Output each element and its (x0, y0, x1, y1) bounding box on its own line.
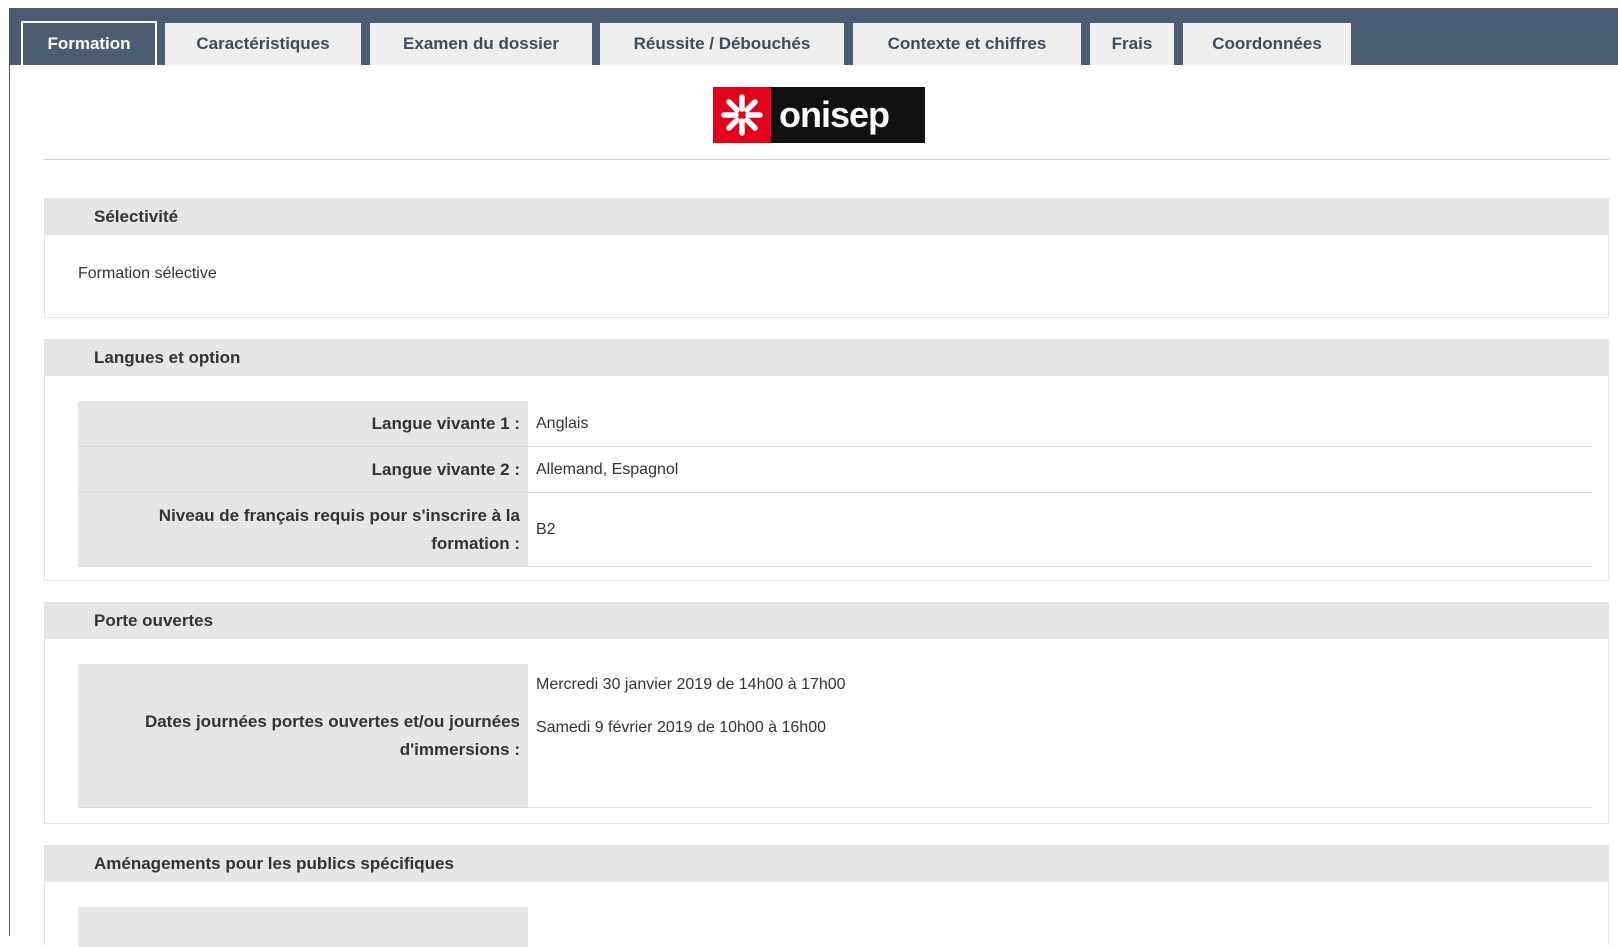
row-value: Anglais (536, 414, 589, 432)
row-label: Langue vivante 2 : (78, 447, 528, 492)
row-value: B2 (536, 520, 556, 538)
section-title: Langues et option (45, 340, 1608, 376)
section-amenagements: Aménagements pour les publics spécifique… (44, 845, 1609, 947)
tab-frais[interactable]: Frais (1090, 23, 1174, 65)
tab-formation[interactable]: Formation (21, 21, 157, 65)
portes-table: Dates journées portes ouvertes et/ou jou… (78, 664, 1592, 808)
section-title: Sélectivité (45, 199, 1608, 235)
asterisk-icon (713, 87, 771, 143)
tab-caracteristiques[interactable]: Caractéristiques (165, 23, 361, 65)
tab-coordonnees[interactable]: Coordonnées (1183, 23, 1351, 65)
logo-text: onisep (771, 87, 925, 143)
row-label (78, 907, 528, 947)
row-label: Dates journées portes ouvertes et/ou jou… (78, 664, 528, 807)
open-day-date: Samedi 9 février 2019 de 10h00 à 16h00 (536, 719, 826, 736)
app-frame: Formation Caractéristiques Examen du dos… (9, 8, 1618, 947)
langues-table: Langue vivante 1 : Anglais Langue vivant… (78, 401, 1592, 567)
tab-bar: Formation Caractéristiques Examen du dos… (10, 9, 1618, 65)
section-title: Porte ouvertes (45, 603, 1608, 639)
tab-contexte-chiffres[interactable]: Contexte et chiffres (853, 23, 1081, 65)
row-value: Mercredi 30 janvier 2019 de 14h00 à 17h0… (528, 664, 1592, 807)
table-row: Niveau de français requis pour s'inscrir… (78, 493, 1592, 567)
row-label: Niveau de français requis pour s'inscrir… (78, 493, 528, 566)
section-text: Formation sélective (78, 265, 217, 282)
open-day-date: Mercredi 30 janvier 2019 de 14h00 à 17h0… (536, 676, 846, 693)
section-title: Aménagements pour les publics spécifique… (45, 846, 1608, 882)
tab-reussite-debouches[interactable]: Réussite / Débouchés (600, 23, 844, 65)
onisep-logo: onisep (713, 87, 925, 143)
section-langues: Langues et option Langue vivante 1 : Ang… (44, 339, 1609, 581)
table-row: Langue vivante 1 : Anglais (78, 401, 1592, 447)
section-selectivite: Sélectivité Formation sélective (44, 198, 1609, 318)
header-divider (44, 159, 1609, 160)
table-row: Dates journées portes ouvertes et/ou jou… (78, 664, 1592, 808)
section-portes-ouvertes: Porte ouvertes Dates journées portes ouv… (44, 602, 1609, 824)
row-label: Langue vivante 1 : (78, 401, 528, 446)
table-row: Langue vivante 2 : Allemand, Espagnol (78, 447, 1592, 493)
row-value: Allemand, Espagnol (536, 460, 679, 478)
tab-examen-dossier[interactable]: Examen du dossier (370, 23, 592, 65)
